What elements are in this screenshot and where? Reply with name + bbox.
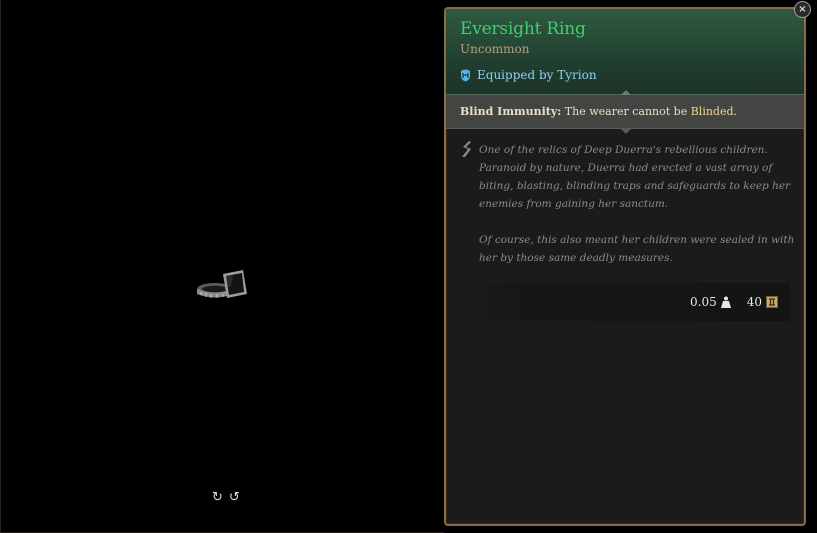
item-name: Eversight Ring bbox=[460, 19, 586, 39]
gold-stat: 40 bbox=[747, 295, 778, 309]
lore-quill-icon bbox=[462, 141, 471, 157]
gold-coin-icon bbox=[766, 296, 778, 308]
ability-notch bbox=[621, 129, 631, 134]
item-preview-pane[interactable]: ↻ ↺ bbox=[0, 0, 444, 533]
rotate-controls: ↻ ↺ bbox=[212, 490, 242, 506]
lore-paragraph: One of the relics of Deep Duerra's rebel… bbox=[479, 144, 791, 210]
ability-name: Blind Immunity: bbox=[460, 105, 562, 118]
equipped-status: Equipped by Tyrion bbox=[460, 68, 597, 82]
ability-description: Blind Immunity: The wearer cannot be Bli… bbox=[460, 105, 737, 118]
equipped-helm-icon bbox=[461, 69, 470, 81]
weight-value: 0.05 bbox=[690, 295, 717, 309]
gold-value: 40 bbox=[746, 295, 762, 309]
tooltip-header: Eversight Ring Uncommon Equipped by Tyri… bbox=[446, 9, 804, 95]
weight-stat: 0.05 bbox=[690, 295, 731, 309]
item-rarity: Uncommon bbox=[460, 42, 530, 56]
ability-text-before: The wearer cannot be bbox=[561, 105, 691, 118]
equipped-by-label: Equipped by Tyrion bbox=[477, 68, 597, 82]
ability-text-after: . bbox=[733, 105, 738, 118]
close-button[interactable]: × bbox=[794, 1, 811, 18]
lore-text: One of the relics of Deep Duerra's rebel… bbox=[479, 141, 797, 267]
weight-icon bbox=[720, 296, 731, 308]
item-tooltip-panel: Eversight Ring Uncommon Equipped by Tyri… bbox=[444, 7, 806, 526]
ring-model[interactable] bbox=[195, 268, 251, 302]
rotate-left-icon[interactable]: ↻ bbox=[212, 490, 223, 506]
ability-keyword[interactable]: Blinded bbox=[691, 105, 734, 118]
item-stats-bar: 0.05 40 bbox=[460, 283, 790, 321]
lore-paragraph: Of course, this also meant her children … bbox=[479, 234, 795, 264]
rotate-right-icon[interactable]: ↺ bbox=[229, 490, 240, 506]
